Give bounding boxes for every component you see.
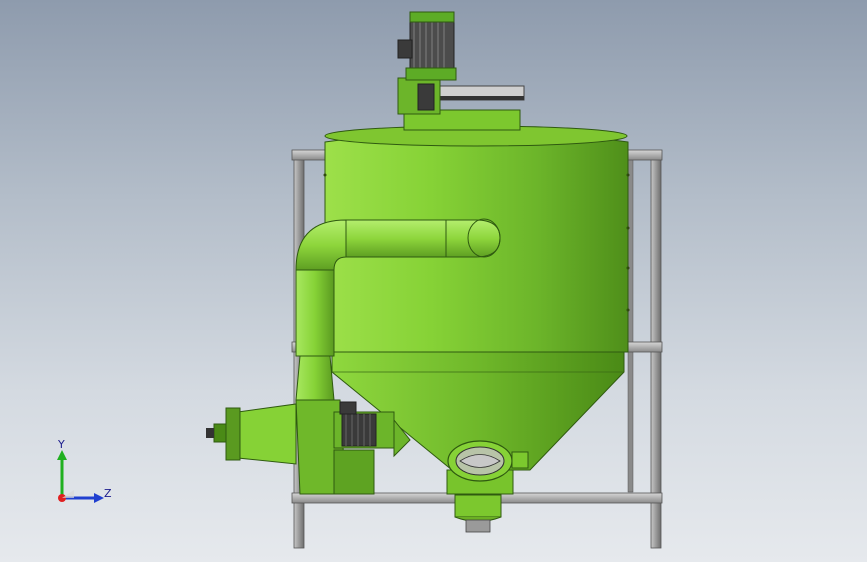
orientation-triad[interactable]: Y Z [40, 436, 130, 516]
y-axis-label: Y [58, 438, 65, 451]
cad-viewport[interactable]: Y Z [0, 0, 867, 562]
agitator-drive [397, 11, 525, 131]
mixer-tank-model[interactable] [0, 0, 867, 562]
triad-axes-icon [57, 450, 104, 503]
z-axis-label: Z [104, 487, 112, 500]
blower-assembly [206, 399, 411, 495]
